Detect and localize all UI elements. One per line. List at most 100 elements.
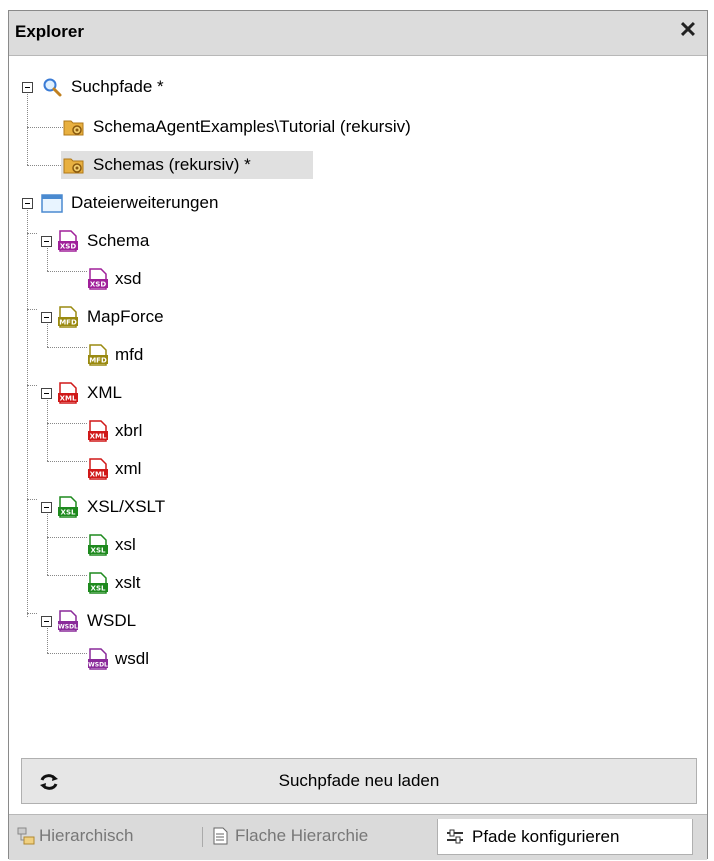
tree-node-label: mfd — [115, 345, 144, 364]
svg-text:MFD: MFD — [89, 357, 107, 365]
xsd-file-icon: XSD — [58, 230, 78, 252]
tree-node-extension-xml[interactable]: XML xml — [87, 455, 207, 483]
svg-text:WSDL: WSDL — [88, 662, 108, 669]
tree-connector — [27, 385, 37, 386]
magnifier-icon — [43, 78, 62, 97]
tree-connector — [27, 613, 37, 614]
tab-label: Flache Hierarchie — [235, 826, 369, 845]
svg-text:XSD: XSD — [60, 243, 76, 251]
tree-connector — [27, 233, 37, 234]
tab-separator — [202, 827, 203, 847]
collapse-icon[interactable] — [41, 616, 52, 627]
tree-node-label: wsdl — [115, 649, 150, 668]
tree-node-group-schema[interactable]: XSD Schema — [37, 227, 237, 255]
tree-node-extension-mfd[interactable]: MFD mfd — [87, 341, 207, 369]
tree-connector — [47, 537, 87, 538]
tree-view[interactable]: Suchpfade * SchemaAgentExamples\Tutorial… — [9, 55, 707, 751]
xsl-file-icon: XSL — [88, 534, 108, 556]
tree-node-extension-xsd[interactable]: XSD xsd — [87, 265, 207, 293]
tree-node-group-xml[interactable]: XML XML — [37, 379, 237, 407]
tree-node-label: Schemas (rekursiv) * — [93, 155, 251, 174]
tree-node-extension-wsdl[interactable]: WSDL wsdl — [87, 645, 207, 673]
svg-text:XSL: XSL — [91, 585, 106, 593]
view-tab-bar: Hierarchisch Flache Hierarchie Pfade kon… — [9, 814, 707, 860]
xml-file-icon: XML — [58, 382, 78, 404]
tree-node-label: xbrl — [115, 421, 143, 440]
tree-connector — [47, 575, 87, 576]
tree-node-label: Schema — [87, 231, 150, 250]
tab-pfade-konfigurieren[interactable]: Pfade konfigurieren — [437, 819, 693, 855]
svg-text:MFD: MFD — [59, 319, 77, 327]
collapse-icon[interactable] — [41, 388, 52, 399]
collapse-icon[interactable] — [41, 312, 52, 323]
tree-node-search-path[interactable]: SchemaAgentExamples\Tutorial (rekursiv) — [61, 113, 541, 141]
tree-connector — [47, 271, 87, 272]
tree-connector — [47, 347, 87, 348]
tree-node-label: xml — [115, 459, 142, 478]
tab-hierarchisch[interactable]: Hierarchisch — [17, 821, 195, 851]
folder-gear-icon — [63, 120, 84, 136]
tree-node-label: xslt — [115, 573, 141, 592]
xml-file-icon: XML — [88, 458, 108, 480]
tab-flache-hierarchie[interactable]: Flache Hierarchie — [211, 821, 431, 851]
svg-text:XSD: XSD — [90, 281, 106, 289]
tree-node-group-wsdl[interactable]: WSDL WSDL — [37, 607, 237, 635]
tree-node-group-mapforce[interactable]: MFD MapForce — [37, 303, 237, 331]
tree-connector — [47, 461, 87, 462]
tree-node-label: MapForce — [87, 307, 164, 326]
tree-connector — [27, 127, 63, 128]
tree-node-extension-xslt[interactable]: XSL xslt — [87, 569, 207, 597]
tree-connector — [47, 653, 87, 654]
explorer-window: Explorer ✕ Suchpfade * SchemaAgentExampl… — [8, 10, 708, 860]
title-bar: Explorer ✕ — [9, 11, 707, 56]
tree-connector — [27, 207, 28, 617]
folder-gear-icon — [63, 158, 84, 174]
svg-text:XSL: XSL — [61, 509, 76, 517]
svg-text:XML: XML — [60, 395, 77, 403]
tree-node-search-paths[interactable]: Suchpfade * — [21, 73, 341, 101]
tree-node-label: xsd — [115, 269, 142, 288]
collapse-icon[interactable] — [22, 198, 33, 209]
tree-node-label: XSL/XSLT — [87, 497, 166, 516]
window-title: Explorer — [15, 22, 84, 41]
tree-connector — [47, 423, 87, 424]
xsd-file-icon: XSD — [88, 268, 108, 290]
tree-node-label: XML — [87, 383, 122, 402]
collapse-icon[interactable] — [41, 236, 52, 247]
mfd-file-icon: MFD — [88, 344, 108, 366]
svg-text:XML: XML — [90, 471, 107, 479]
svg-text:WSDL: WSDL — [58, 624, 78, 631]
xsl-file-icon: XSL — [88, 572, 108, 594]
tree-node-extension-xbrl[interactable]: XML xbrl — [87, 417, 207, 445]
tree-node-label: xsl — [115, 535, 136, 554]
tree-connector — [27, 499, 37, 500]
hierarchy-icon — [17, 827, 35, 845]
configure-paths-icon — [447, 829, 463, 844]
tree-connector — [27, 91, 28, 165]
tree-node-label: SchemaAgentExamples\Tutorial (rekursiv) — [93, 117, 411, 136]
tree-node-label: Dateierweiterungen — [71, 193, 219, 212]
mfd-file-icon: MFD — [58, 306, 78, 328]
reload-button-label: Suchpfade neu laden — [278, 771, 440, 790]
document-icon — [213, 827, 228, 845]
tree-node-label: Suchpfade * — [71, 77, 164, 96]
tree-connector — [27, 309, 37, 310]
close-icon[interactable]: ✕ — [675, 17, 701, 43]
svg-text:XML: XML — [90, 433, 107, 441]
tab-label: Hierarchisch — [39, 826, 134, 845]
collapse-icon[interactable] — [22, 82, 33, 93]
tree-node-group-xsl[interactable]: XSL XSL/XSLT — [37, 493, 237, 521]
svg-text:XSL: XSL — [91, 547, 106, 555]
xsl-file-icon: XSL — [58, 496, 78, 518]
tree-node-extension-xsl[interactable]: XSL xsl — [87, 531, 207, 559]
tree-node-search-path-selected[interactable]: Schemas (rekursiv) * — [61, 151, 313, 179]
tree-node-extensions[interactable]: Dateierweiterungen — [21, 189, 341, 217]
tree-node-label: WSDL — [87, 611, 137, 630]
tab-label: Pfade konfigurieren — [472, 827, 620, 846]
wsdl-file-icon: WSDL — [88, 648, 108, 670]
xml-file-icon: XML — [88, 420, 108, 442]
tree-connector — [27, 165, 63, 166]
reload-search-paths-button[interactable]: Suchpfade neu laden — [21, 758, 697, 804]
collapse-icon[interactable] — [41, 502, 52, 513]
window-icon — [41, 194, 63, 213]
